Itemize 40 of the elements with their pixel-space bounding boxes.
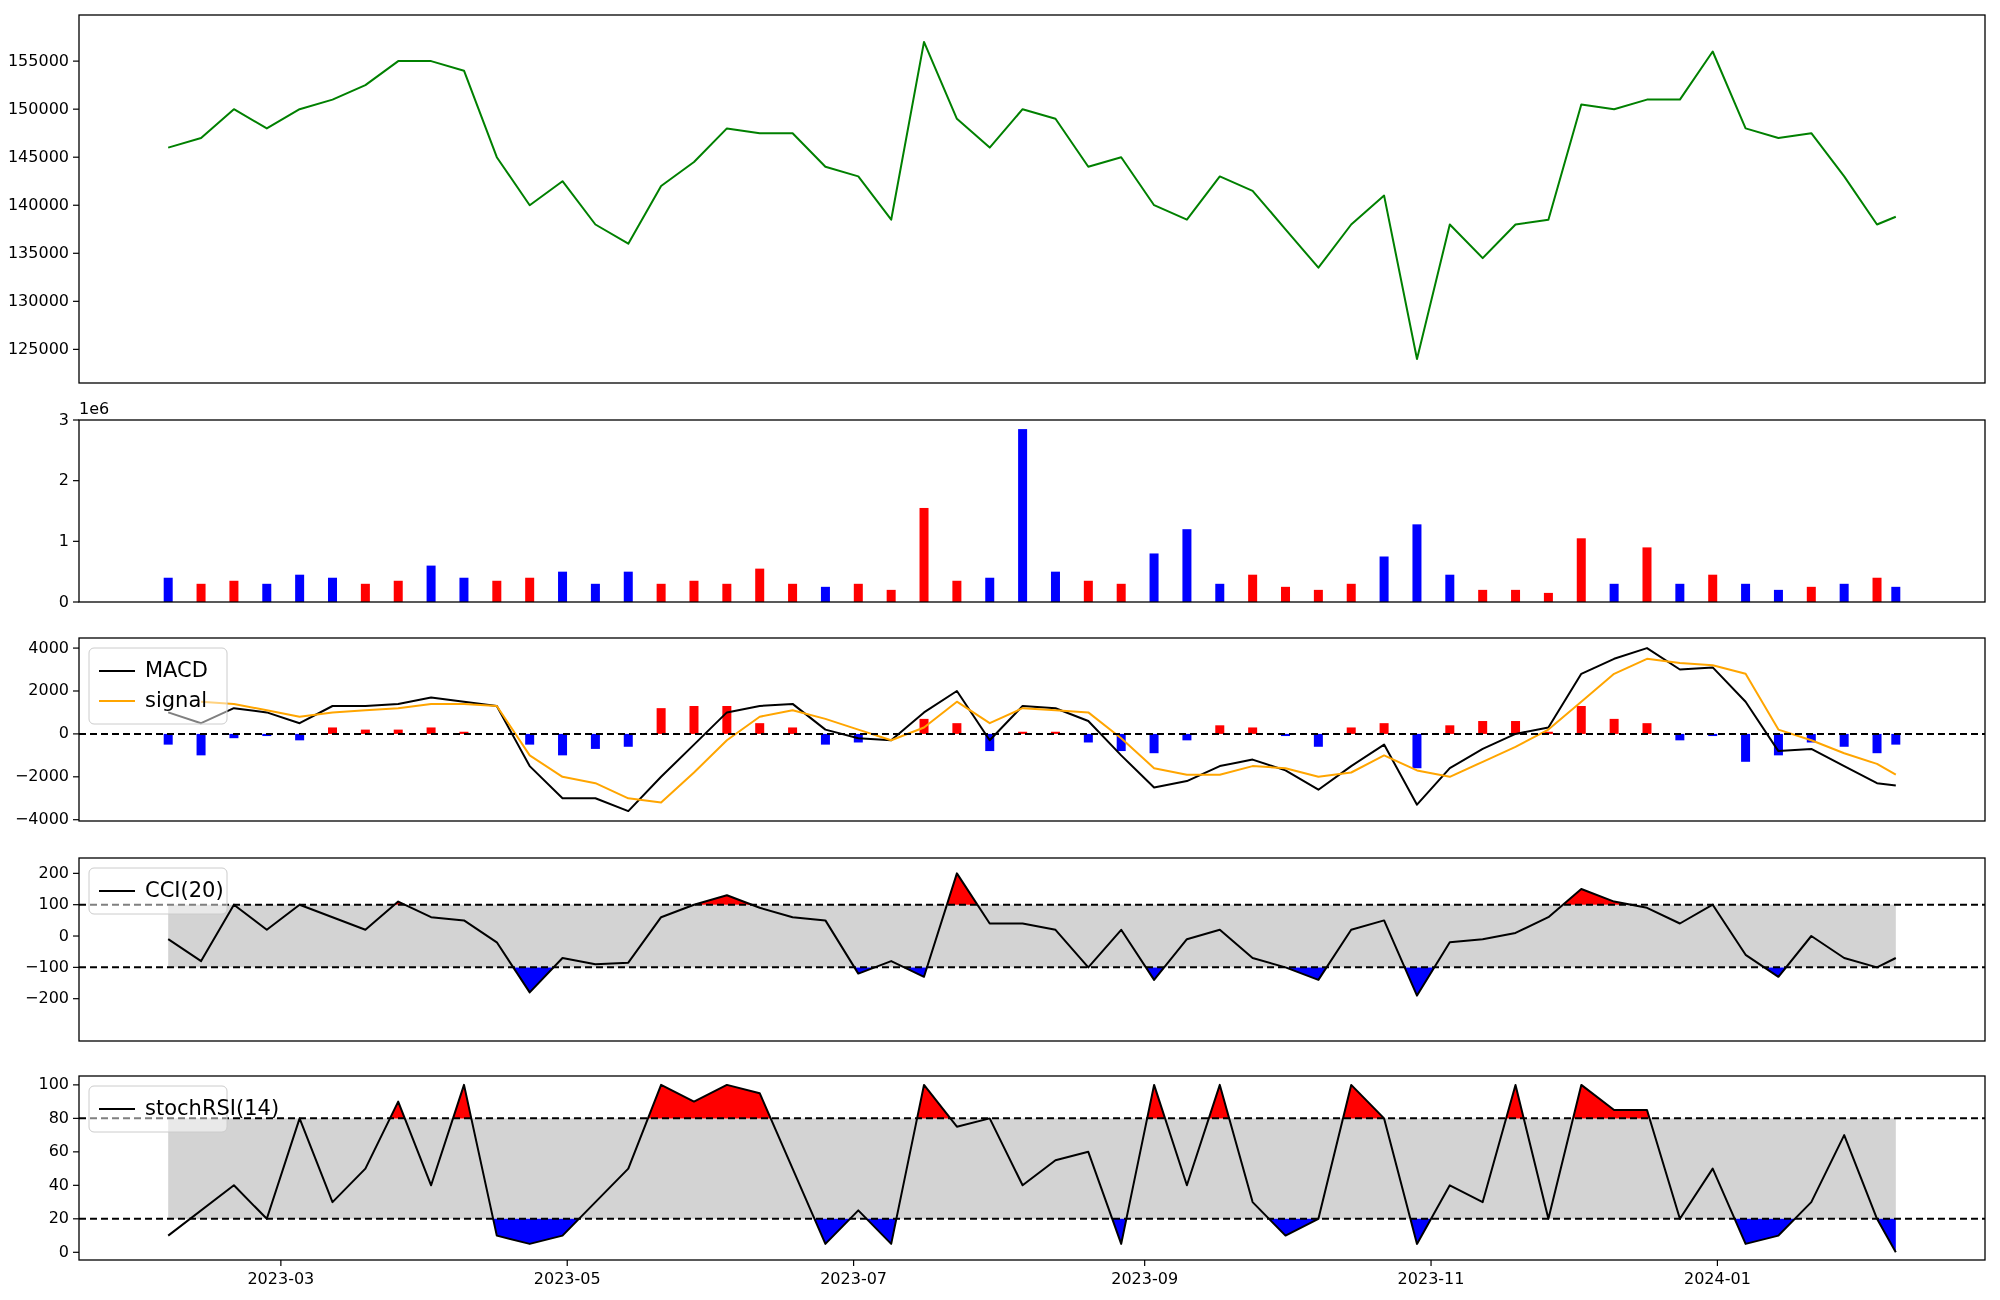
y-tick-label: −4000 [14,809,69,829]
y-tick-label: 80 [48,1107,69,1127]
y-tick-label: 40 [48,1174,69,1194]
oversold-fill [1410,1218,1431,1244]
y-tick-label: 155000 [7,50,69,70]
legend-label: CCI(20) [145,878,224,902]
y-tick-label: 100 [38,1074,69,1094]
y-tick-label: 2 [58,470,69,490]
y-tick-label: 130000 [7,290,69,310]
y-tick-label: 1 [58,530,69,550]
y-tick-label: 140000 [7,194,69,214]
x-tick-label: 2023-11 [1397,1269,1465,1288]
y-tick-label: 135000 [7,242,69,262]
y-tick-label: 3 [58,409,69,429]
y-tick-label: 4000 [28,637,69,657]
axis-offset-label: 1e6 [79,400,110,418]
y-tick-label: 125000 [7,338,69,358]
y-tick-label: 2000 [28,680,69,700]
x-tick-label: 2023-07 [820,1269,888,1288]
y-tick-label: 150000 [7,98,69,118]
y-tick-label: 200 [38,862,69,882]
legend-label: signal [145,688,208,712]
y-tick-label: 60 [48,1141,69,1161]
x-tick-label: 2023-09 [1111,1269,1179,1288]
y-tick-label: 100 [38,894,69,914]
legend-label: MACD [145,658,208,682]
y-tick-label: 0 [58,723,69,743]
y-tick-label: 0 [58,591,69,611]
y-tick-label: 20 [48,1208,69,1228]
y-tick-label: −100 [25,956,69,976]
legend-label: stochRSI(14) [145,1096,280,1120]
x-tick-label: 2024-01 [1684,1269,1751,1288]
y-tick-label: −2000 [14,766,69,786]
x-tick-label: 2023-05 [533,1269,601,1288]
x-tick-label: 2023-03 [247,1269,315,1288]
y-tick-label: 0 [58,1241,69,1261]
y-tick-label: 145000 [7,146,69,166]
y-tick-label: −200 [25,988,69,1008]
y-tick-label: 0 [58,925,69,945]
oversold-fill [1877,1218,1896,1253]
